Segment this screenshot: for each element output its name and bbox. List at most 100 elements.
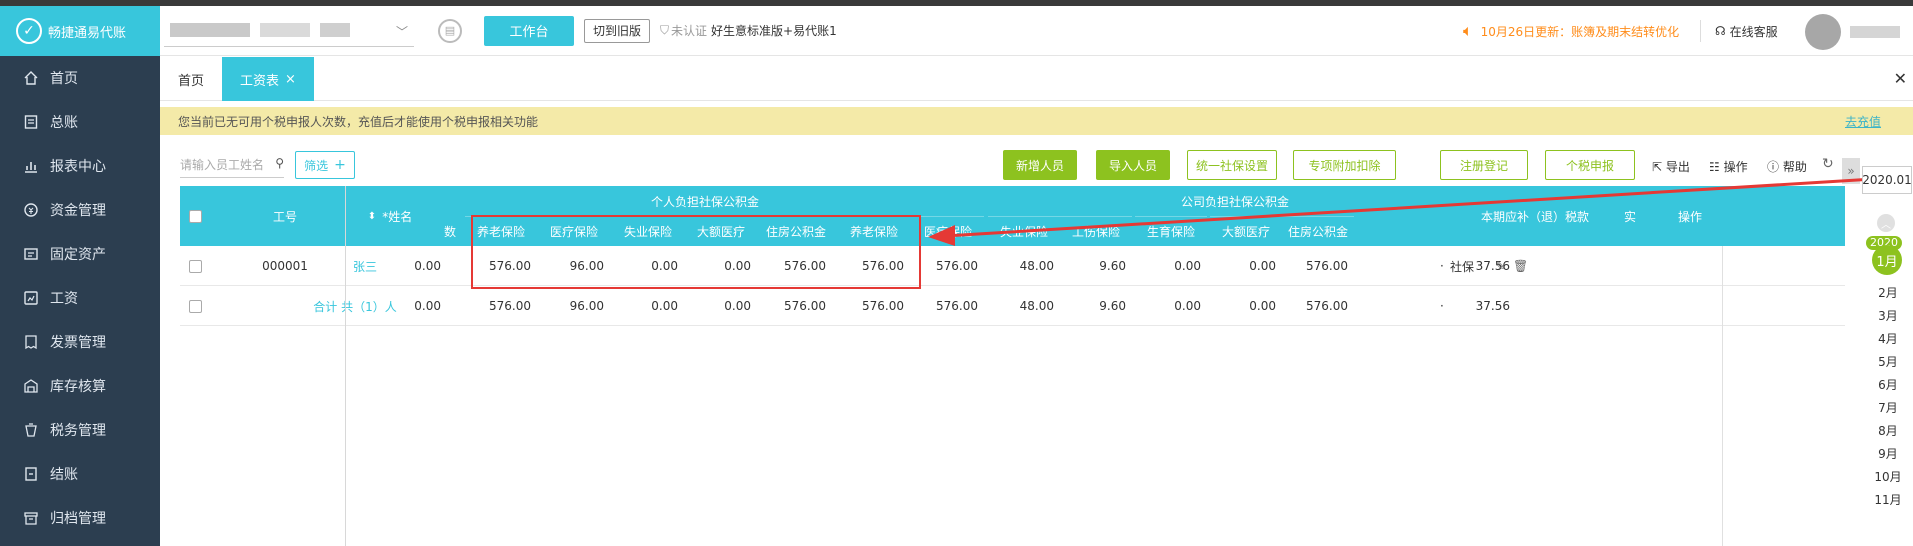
- tab-home[interactable]: 首页: [160, 57, 222, 101]
- month-active[interactable]: 1月: [1872, 245, 1902, 275]
- sidebar-item-8[interactable]: 税务管理: [0, 408, 160, 452]
- search-input[interactable]: 请输入员工姓名 ⚲: [180, 152, 284, 178]
- sort-icon[interactable]: ⬍: [368, 211, 376, 222]
- sidebar-item-2[interactable]: 报表中心: [0, 144, 160, 188]
- month-item[interactable]: 8月: [1868, 422, 1908, 439]
- total-company-3: 9.60: [1099, 299, 1126, 313]
- month-item[interactable]: 3月: [1868, 307, 1908, 324]
- warehouse-icon: [22, 377, 40, 395]
- add-person-button[interactable]: 新增人员: [1003, 150, 1077, 180]
- close-tab-icon[interactable]: ×: [285, 72, 296, 87]
- month-item[interactable]: 4月: [1868, 330, 1908, 347]
- cell-partial: 0.00: [414, 259, 441, 273]
- header-name-label: *姓名: [382, 209, 413, 224]
- sidebar-item-label: 结账: [50, 467, 78, 483]
- brand-name: 畅捷通易代账: [48, 25, 127, 41]
- company-selector[interactable]: ﹀: [164, 15, 414, 47]
- special-deduction-button[interactable]: 专项附加扣除: [1293, 150, 1396, 180]
- register-button[interactable]: 注册登记: [1440, 150, 1528, 180]
- sidebar-item-5[interactable]: 工资: [0, 276, 160, 320]
- edit-icon[interactable]: ✎: [1495, 246, 1515, 286]
- help-label: 帮助: [1782, 160, 1807, 174]
- help-icon: ⓘ: [1767, 160, 1780, 174]
- header-id: 工号: [272, 209, 297, 224]
- header-company-4: 生育保险: [1135, 216, 1207, 246]
- total-checkbox[interactable]: [188, 299, 202, 313]
- calendar-icon[interactable]: ▤: [438, 18, 462, 43]
- month-item[interactable]: 6月: [1868, 376, 1908, 393]
- sidebar-item-label: 工资: [50, 291, 78, 307]
- export-link[interactable]: ⇱ 导出: [1652, 158, 1690, 175]
- table-row[interactable]: 000001 张三 0.00 576.00 96.00 0.00 0.00 576.00…: [180, 246, 1845, 286]
- total-company-0: 576.00: [862, 299, 904, 313]
- header-checkbox-cell[interactable]: [180, 186, 210, 246]
- chevron-up-icon[interactable]: ︿: [1877, 214, 1895, 232]
- select-all-checkbox[interactable]: [188, 209, 202, 223]
- sidebar-item-label: 首页: [50, 71, 78, 87]
- total-company-4: 0.00: [1174, 299, 1201, 313]
- cell-social-link[interactable]: 社保: [1450, 246, 1490, 286]
- total-tax: 37.56: [1475, 299, 1510, 313]
- collapse-panel-icon[interactable]: »: [1842, 158, 1860, 184]
- close-all-tabs-icon[interactable]: ✕: [1894, 69, 1907, 88]
- filter-button[interactable]: 筛选 +: [295, 151, 355, 179]
- close-book-icon: [22, 465, 40, 483]
- cell-name-link[interactable]: 张三: [330, 246, 400, 286]
- sidebar-item-10[interactable]: 归档管理: [0, 496, 160, 540]
- period-input[interactable]: 2020.01: [1862, 166, 1912, 194]
- month-item[interactable]: 2月: [1868, 284, 1908, 301]
- sidebar-item-0[interactable]: 首页: [0, 56, 160, 100]
- sidebar-item-3[interactable]: 资金管理: [0, 188, 160, 232]
- refresh-icon[interactable]: ↻: [1822, 156, 1834, 172]
- page-tabs: 首页 工资表 × ✕: [160, 57, 1913, 101]
- social-setting-button[interactable]: 统一社保设置: [1187, 150, 1277, 180]
- asset-icon: [22, 245, 40, 263]
- tax-declare-button[interactable]: 个税申报: [1545, 150, 1635, 180]
- month-item[interactable]: 9月: [1868, 445, 1908, 462]
- month-item[interactable]: 10月: [1868, 468, 1908, 485]
- app-logo[interactable]: ✓ 畅捷通易代账: [0, 6, 160, 56]
- speaker-icon: 🔈︎: [1463, 21, 1473, 40]
- switch-old-version-button[interactable]: 切到旧版: [584, 18, 651, 43]
- header-company-group: 公司负担社保公积金: [1180, 194, 1289, 209]
- workbench-button[interactable]: 工作台: [484, 15, 574, 46]
- month-item[interactable]: 7月: [1868, 399, 1908, 416]
- total-partial: 0.00: [414, 299, 441, 313]
- brand-icon: ✓: [16, 18, 42, 44]
- shield-icon: ⛉: [660, 23, 670, 37]
- recharge-link[interactable]: 去充值: [1845, 113, 1881, 130]
- cell-company-4: 0.00: [1174, 259, 1201, 273]
- plan-name: 好生意标准版+易代账1: [711, 24, 837, 38]
- sidebar-item-label: 资金管理: [50, 203, 106, 219]
- sidebar-item-1[interactable]: 总账: [0, 100, 160, 144]
- delete-icon[interactable]: 🗑︎: [1513, 246, 1533, 286]
- sidebar: ✓ 畅捷通易代账 首页总账报表中心资金管理固定资产工资发票管理库存核算税务管理结…: [0, 6, 160, 546]
- update-notice[interactable]: 🔈︎ 10月26日更新：账簿及期末结转优化: [1463, 6, 1679, 56]
- total-personal-1: 96.00: [569, 299, 604, 313]
- ops-column-divider: [1722, 246, 1723, 546]
- sidebar-item-6[interactable]: 发票管理: [0, 320, 160, 364]
- certification-status: 未认证: [671, 24, 708, 38]
- header-divider: [1700, 20, 1701, 42]
- import-person-button[interactable]: 导入人员: [1096, 150, 1170, 180]
- month-item[interactable]: 5月: [1868, 353, 1908, 370]
- sidebar-item-7[interactable]: 库存核算: [0, 364, 160, 408]
- salary-icon: [22, 289, 40, 307]
- tax-icon: [22, 421, 40, 439]
- online-support-link[interactable]: ☊ 在线客服: [1715, 6, 1778, 56]
- row-checkbox[interactable]: [188, 259, 202, 273]
- headset-icon: ☊: [1715, 24, 1726, 38]
- user-name-masked[interactable]: [1850, 26, 1900, 38]
- sidebar-item-4[interactable]: 固定资产: [0, 232, 160, 276]
- sidebar-item-9[interactable]: 结账: [0, 452, 160, 496]
- sidebar-item-label: 报表中心: [50, 159, 106, 175]
- sidebar-item-label: 库存核算: [50, 379, 106, 395]
- tab-salary-table[interactable]: 工资表 ×: [222, 57, 314, 101]
- avatar[interactable]: [1805, 14, 1841, 50]
- header-ops: 操作: [1677, 209, 1702, 224]
- operate-link[interactable]: ☷ 操作: [1709, 158, 1748, 175]
- filter-label: 筛选: [304, 158, 329, 173]
- search-icon[interactable]: ⚲: [275, 156, 284, 170]
- help-link[interactable]: ⓘ 帮助: [1767, 158, 1807, 175]
- month-item[interactable]: 11月: [1868, 491, 1908, 508]
